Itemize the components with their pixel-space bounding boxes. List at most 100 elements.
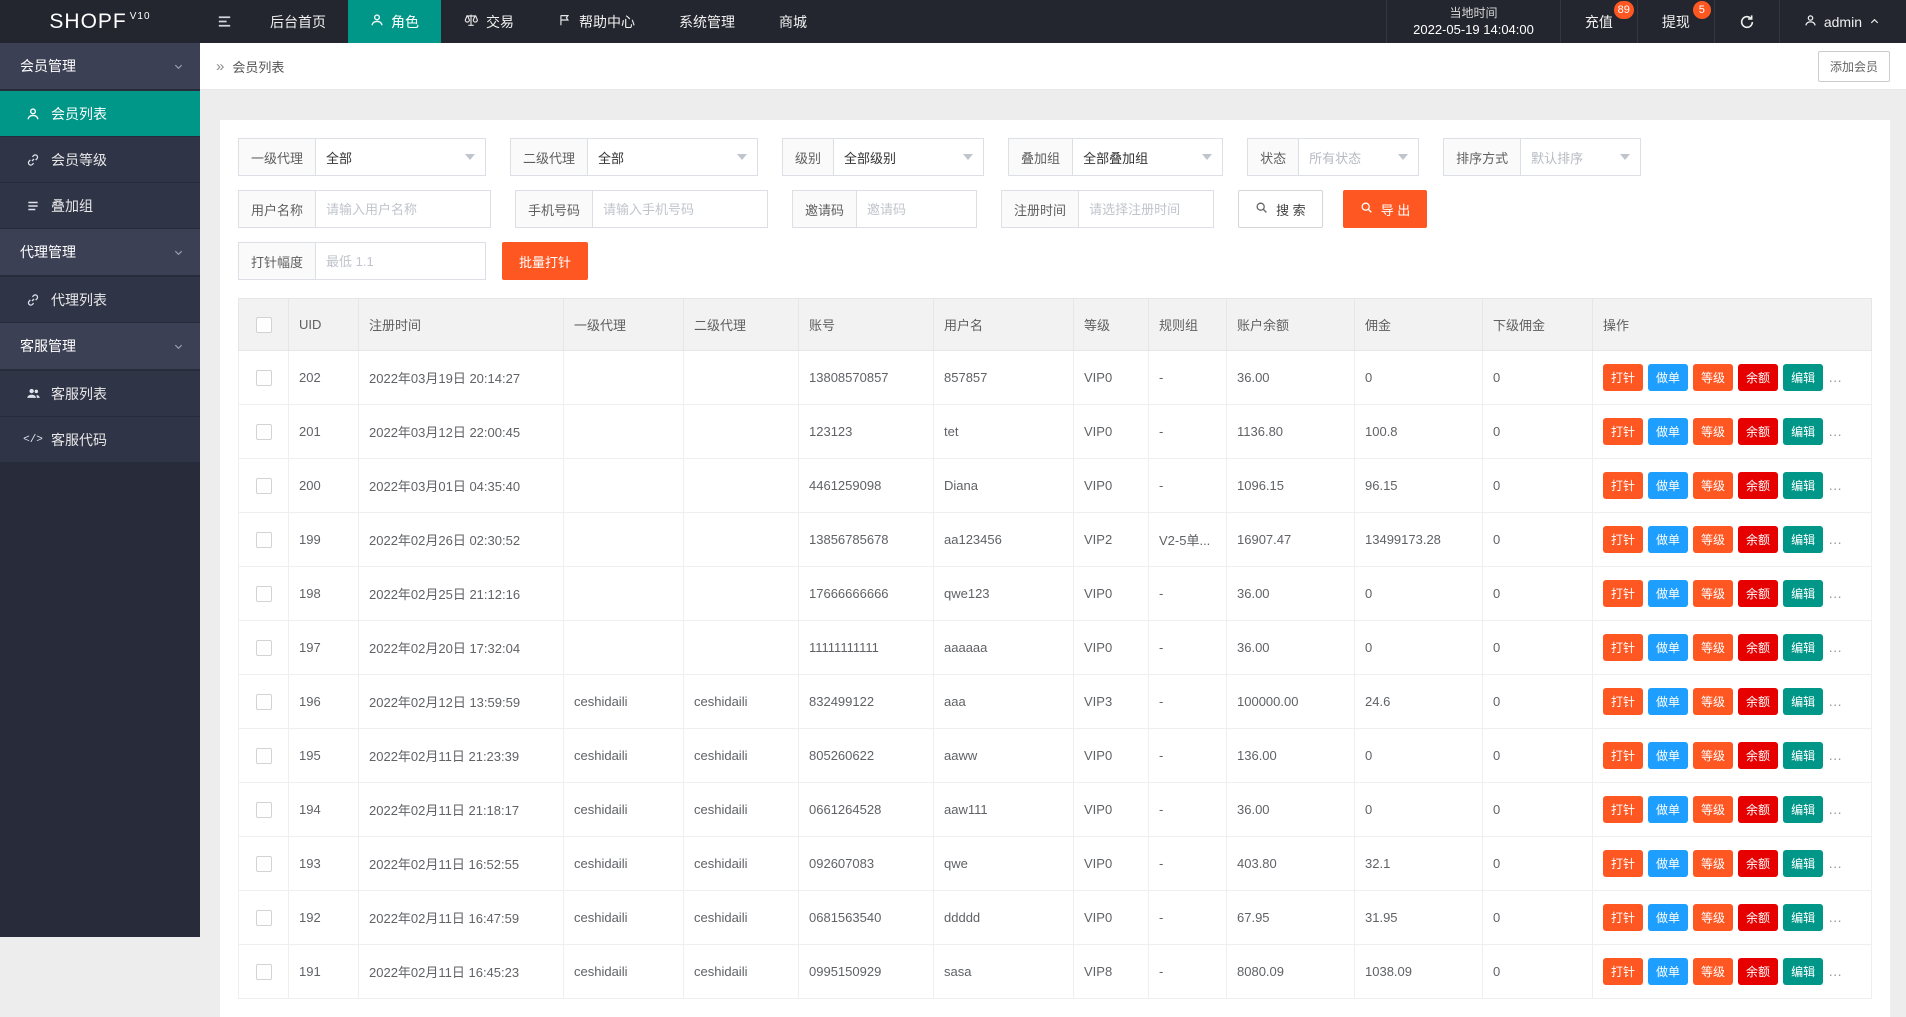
export-button[interactable]: 导 出	[1343, 190, 1428, 228]
row-more-button[interactable]: …	[1828, 423, 1843, 439]
row-checkbox[interactable]	[256, 910, 272, 926]
row-action-inject-button[interactable]: 打针	[1603, 688, 1643, 715]
row-more-button[interactable]: …	[1828, 855, 1843, 871]
row-action-order-button[interactable]: 做单	[1648, 418, 1688, 445]
row-action-balance-button[interactable]: 余额	[1738, 364, 1778, 391]
row-action-order-button[interactable]: 做单	[1648, 472, 1688, 499]
row-checkbox[interactable]	[256, 424, 272, 440]
row-action-order-button[interactable]: 做单	[1648, 688, 1688, 715]
row-action-level-button[interactable]: 等级	[1693, 634, 1733, 661]
stack-group-select[interactable]: 全部叠加组	[1073, 138, 1223, 176]
sort-select[interactable]: 默认排序	[1521, 138, 1641, 176]
nav-item-system[interactable]: 系统管理	[657, 0, 757, 43]
row-action-inject-button[interactable]: 打针	[1603, 742, 1643, 769]
row-action-order-button[interactable]: 做单	[1648, 634, 1688, 661]
row-action-level-button[interactable]: 等级	[1693, 850, 1733, 877]
row-action-order-button[interactable]: 做单	[1648, 526, 1688, 553]
agent1-select[interactable]: 全部	[316, 138, 486, 176]
nav-item-help[interactable]: 帮助中心	[536, 0, 657, 43]
refresh-icon[interactable]	[1714, 0, 1779, 43]
reg-time-input[interactable]	[1079, 190, 1214, 228]
recharge-link[interactable]: 充值 89	[1560, 0, 1637, 43]
row-action-inject-button[interactable]: 打针	[1603, 580, 1643, 607]
row-action-inject-button[interactable]: 打针	[1603, 850, 1643, 877]
row-action-order-button[interactable]: 做单	[1648, 580, 1688, 607]
row-action-edit-button[interactable]: 编辑	[1783, 796, 1823, 823]
row-action-edit-button[interactable]: 编辑	[1783, 364, 1823, 391]
row-action-order-button[interactable]: 做单	[1648, 364, 1688, 391]
sidebar-item-member-list[interactable]: 会员列表	[0, 91, 200, 136]
row-action-edit-button[interactable]: 编辑	[1783, 742, 1823, 769]
row-checkbox[interactable]	[256, 856, 272, 872]
row-checkbox[interactable]	[256, 532, 272, 548]
sidebar-toggle-icon[interactable]	[200, 0, 248, 43]
inject-range-input[interactable]	[316, 242, 486, 280]
row-action-level-button[interactable]: 等级	[1693, 580, 1733, 607]
row-more-button[interactable]: …	[1828, 963, 1843, 979]
row-more-button[interactable]: …	[1828, 369, 1843, 385]
row-more-button[interactable]: …	[1828, 801, 1843, 817]
withdraw-link[interactable]: 提现 5	[1637, 0, 1714, 43]
row-more-button[interactable]: …	[1828, 531, 1843, 547]
phone-input[interactable]	[593, 190, 768, 228]
sidebar-group-member-mgmt[interactable]: 会员管理	[0, 43, 200, 89]
row-action-level-button[interactable]: 等级	[1693, 418, 1733, 445]
row-more-button[interactable]: …	[1828, 693, 1843, 709]
row-checkbox[interactable]	[256, 802, 272, 818]
sidebar-item-service-list[interactable]: 客服列表	[0, 371, 200, 416]
row-action-inject-button[interactable]: 打针	[1603, 634, 1643, 661]
sidebar-group-service-mgmt[interactable]: 客服管理	[0, 323, 200, 369]
nav-item-trade[interactable]: 交易	[441, 0, 536, 43]
row-more-button[interactable]: …	[1828, 585, 1843, 601]
sidebar-item-service-code[interactable]: </> 客服代码	[0, 417, 200, 462]
nav-item-mall[interactable]: 商城	[757, 0, 829, 43]
row-action-balance-button[interactable]: 余额	[1738, 850, 1778, 877]
row-action-inject-button[interactable]: 打针	[1603, 364, 1643, 391]
row-action-balance-button[interactable]: 余额	[1738, 796, 1778, 823]
row-checkbox[interactable]	[256, 694, 272, 710]
row-action-level-button[interactable]: 等级	[1693, 958, 1733, 985]
row-action-balance-button[interactable]: 余额	[1738, 472, 1778, 499]
row-action-balance-button[interactable]: 余额	[1738, 580, 1778, 607]
nav-item-roles[interactable]: 角色	[348, 0, 441, 43]
row-action-balance-button[interactable]: 余额	[1738, 904, 1778, 931]
row-action-edit-button[interactable]: 编辑	[1783, 904, 1823, 931]
row-action-inject-button[interactable]: 打针	[1603, 958, 1643, 985]
row-action-balance-button[interactable]: 余额	[1738, 958, 1778, 985]
row-action-edit-button[interactable]: 编辑	[1783, 526, 1823, 553]
row-action-level-button[interactable]: 等级	[1693, 526, 1733, 553]
row-action-balance-button[interactable]: 余额	[1738, 526, 1778, 553]
row-checkbox[interactable]	[256, 640, 272, 656]
row-action-order-button[interactable]: 做单	[1648, 850, 1688, 877]
row-checkbox[interactable]	[256, 478, 272, 494]
row-more-button[interactable]: …	[1828, 909, 1843, 925]
row-action-inject-button[interactable]: 打针	[1603, 904, 1643, 931]
row-action-level-button[interactable]: 等级	[1693, 742, 1733, 769]
row-more-button[interactable]: …	[1828, 747, 1843, 763]
row-action-inject-button[interactable]: 打针	[1603, 526, 1643, 553]
row-action-order-button[interactable]: 做单	[1648, 796, 1688, 823]
row-more-button[interactable]: …	[1828, 477, 1843, 493]
sidebar-item-stack-group[interactable]: 叠加组	[0, 183, 200, 228]
row-action-order-button[interactable]: 做单	[1648, 742, 1688, 769]
row-action-level-button[interactable]: 等级	[1693, 364, 1733, 391]
row-action-balance-button[interactable]: 余额	[1738, 418, 1778, 445]
row-action-edit-button[interactable]: 编辑	[1783, 418, 1823, 445]
row-checkbox[interactable]	[256, 586, 272, 602]
row-checkbox[interactable]	[256, 748, 272, 764]
row-action-level-button[interactable]: 等级	[1693, 688, 1733, 715]
sidebar-item-member-level[interactable]: 会员等级	[0, 137, 200, 182]
batch-inject-button[interactable]: 批量打针	[502, 242, 588, 280]
row-action-edit-button[interactable]: 编辑	[1783, 472, 1823, 499]
row-action-edit-button[interactable]: 编辑	[1783, 958, 1823, 985]
row-action-inject-button[interactable]: 打针	[1603, 418, 1643, 445]
row-action-level-button[interactable]: 等级	[1693, 904, 1733, 931]
row-action-inject-button[interactable]: 打针	[1603, 472, 1643, 499]
level-select[interactable]: 全部级别	[834, 138, 984, 176]
user-menu[interactable]: admin	[1779, 0, 1906, 43]
row-action-balance-button[interactable]: 余额	[1738, 688, 1778, 715]
row-action-edit-button[interactable]: 编辑	[1783, 688, 1823, 715]
search-button[interactable]: 搜 索	[1238, 190, 1323, 228]
agent2-select[interactable]: 全部	[588, 138, 758, 176]
nav-item-dashboard[interactable]: 后台首页	[248, 0, 348, 43]
